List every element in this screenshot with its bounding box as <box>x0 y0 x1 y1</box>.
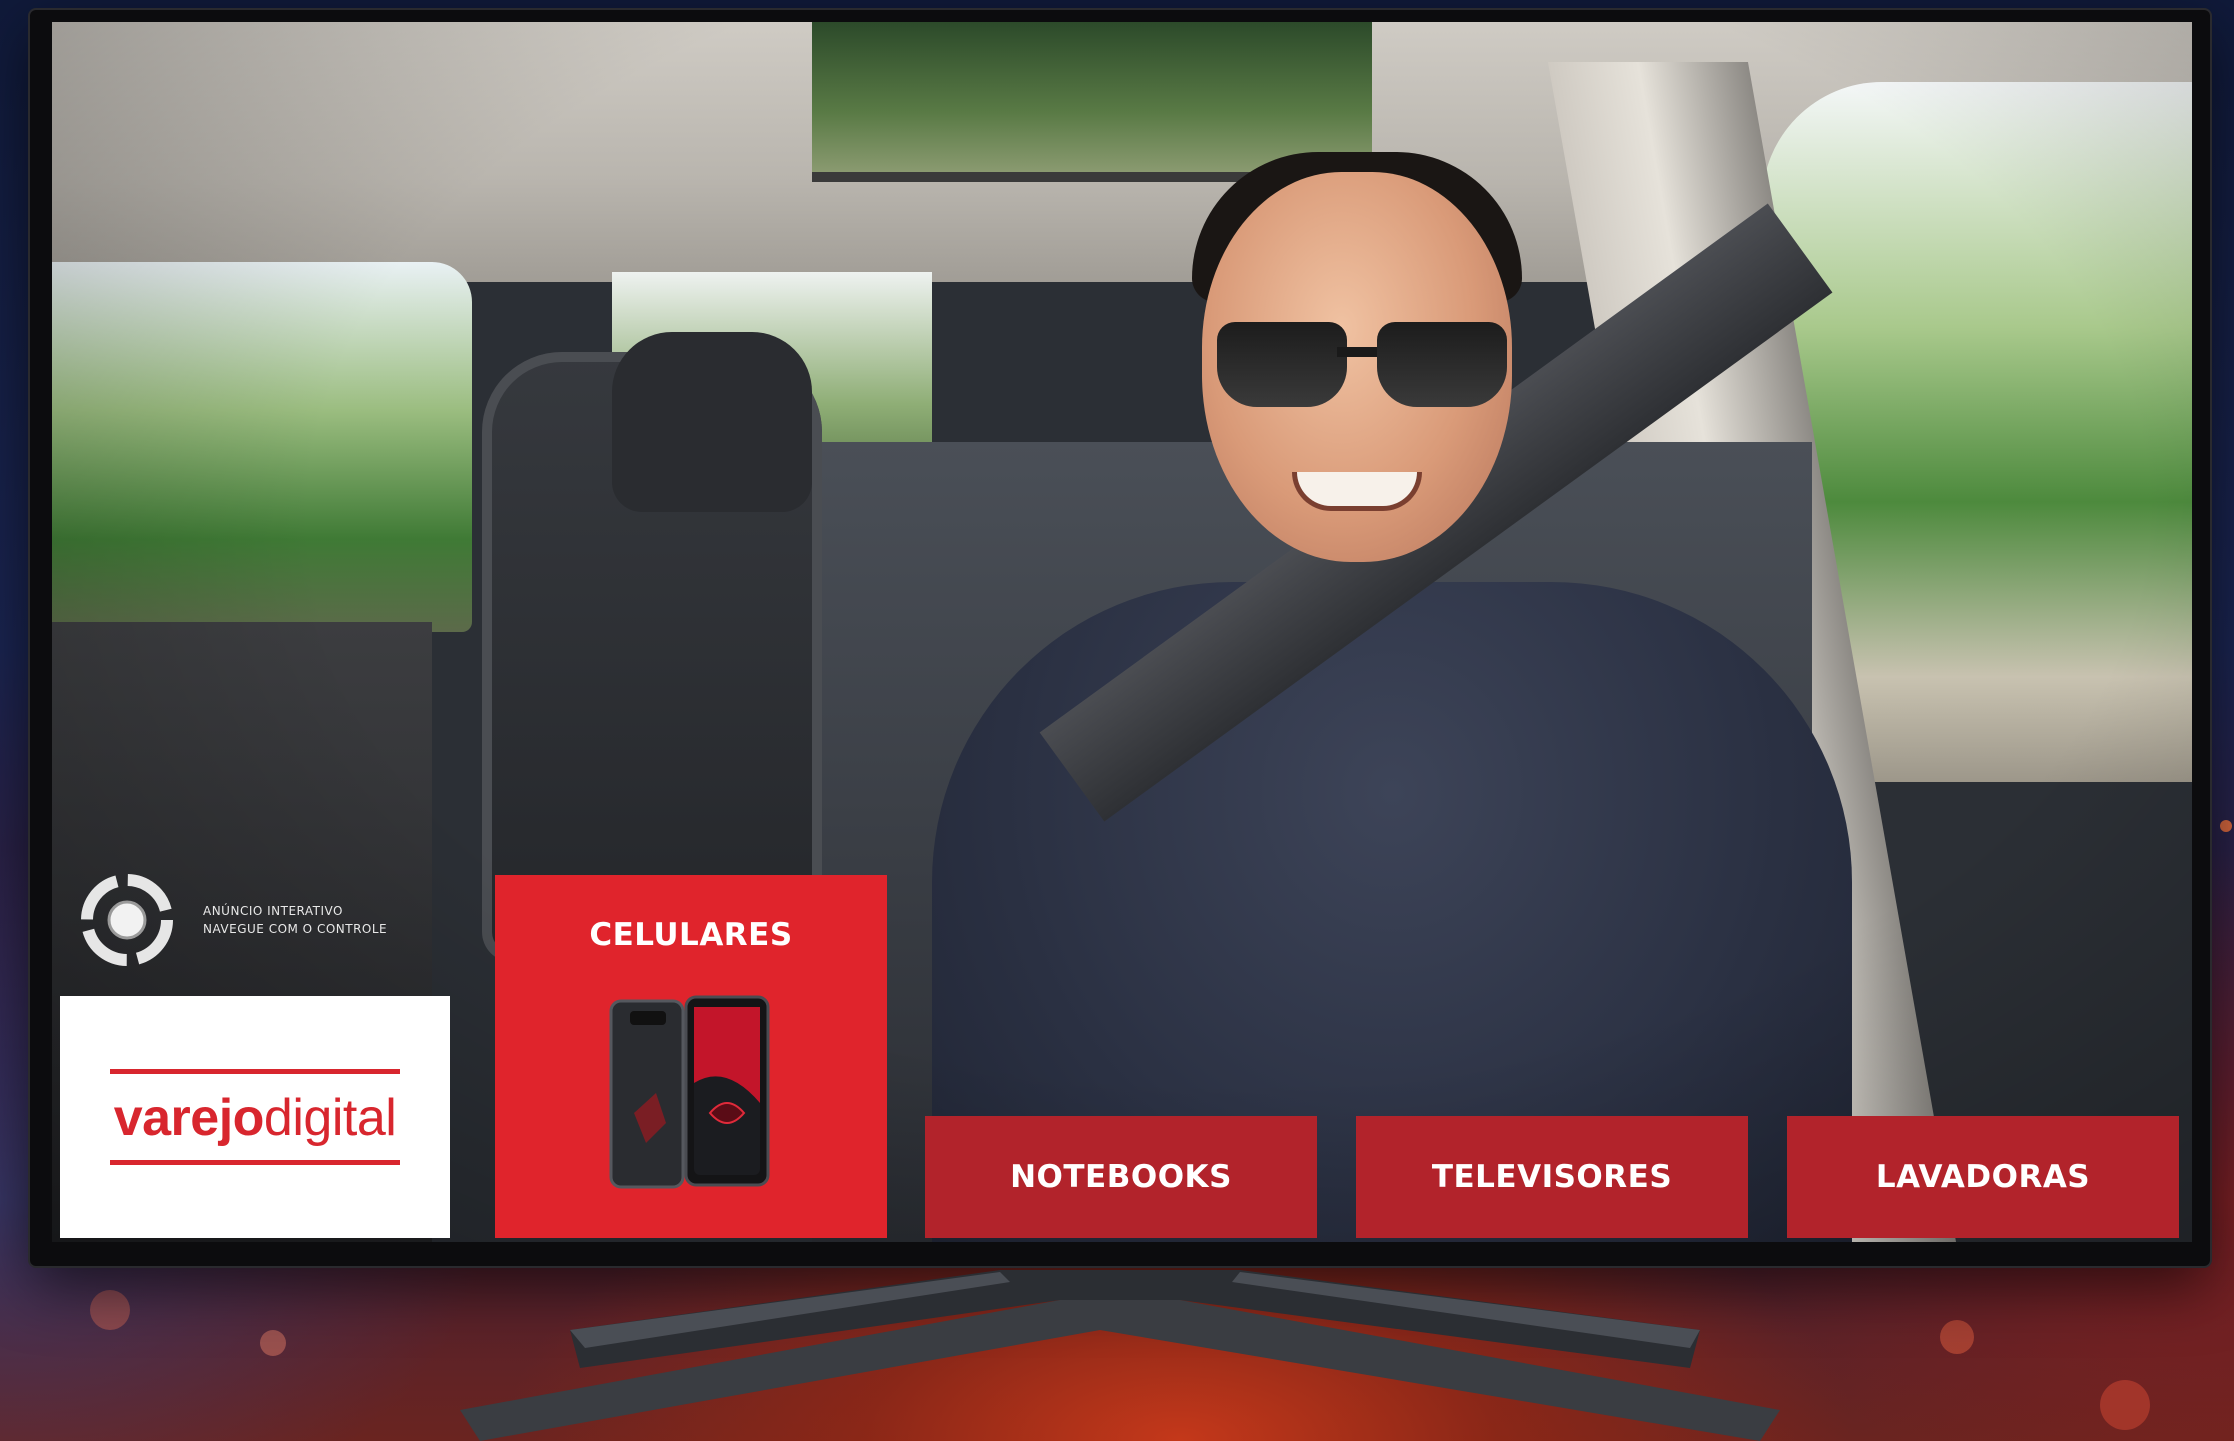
hint-line-2: NAVEGUE COM O CONTROLE <box>203 922 388 936</box>
brand-rule-top <box>110 1069 400 1074</box>
category-lavadoras-label: LAVADORAS <box>1875 1159 2091 1195</box>
target-ring-icon <box>77 870 177 970</box>
brand-name-bold: varejo <box>113 1089 265 1147</box>
category-lavadoras-button[interactable]: LAVADORAS <box>1787 1116 2179 1238</box>
category-celulares-tile[interactable]: CELULARES <box>495 875 887 1238</box>
bokeh-light <box>2100 1380 2150 1430</box>
smartphone-icon <box>606 993 776 1193</box>
tv-bezel: ANÚNCIO INTERATIVO NAVEGUE COM O CONTROL… <box>30 10 2210 1266</box>
bokeh-light <box>90 1290 130 1330</box>
category-televisores-button[interactable]: TELEVISORES <box>1356 1116 1748 1238</box>
category-celulares-label: CELULARES <box>589 917 793 953</box>
category-notebooks-label: NOTEBOOKS <box>1010 1159 1232 1195</box>
hint-line-1: ANÚNCIO INTERATIVO <box>203 904 343 918</box>
bokeh-light <box>2220 820 2232 832</box>
brand-rule-bottom <box>110 1160 400 1165</box>
interactive-ad-hint: ANÚNCIO INTERATIVO NAVEGUE COM O CONTROL… <box>77 870 387 970</box>
brand-logo-tile: varejodigital <box>60 996 450 1238</box>
brand-logo: varejodigital <box>114 1088 397 1148</box>
promo-stage: ANÚNCIO INTERATIVO NAVEGUE COM O CONTROL… <box>0 0 2234 1441</box>
interactive-ad-text: ANÚNCIO INTERATIVO NAVEGUE COM O CONTROL… <box>203 902 387 938</box>
tv-screen: ANÚNCIO INTERATIVO NAVEGUE COM O CONTROL… <box>52 22 2192 1242</box>
category-televisores-label: TELEVISORES <box>1431 1159 1673 1195</box>
bokeh-light <box>260 1330 286 1356</box>
brand-name-regular: digital <box>263 1089 397 1147</box>
category-notebooks-button[interactable]: NOTEBOOKS <box>925 1116 1317 1238</box>
bokeh-light <box>1940 1320 1974 1354</box>
